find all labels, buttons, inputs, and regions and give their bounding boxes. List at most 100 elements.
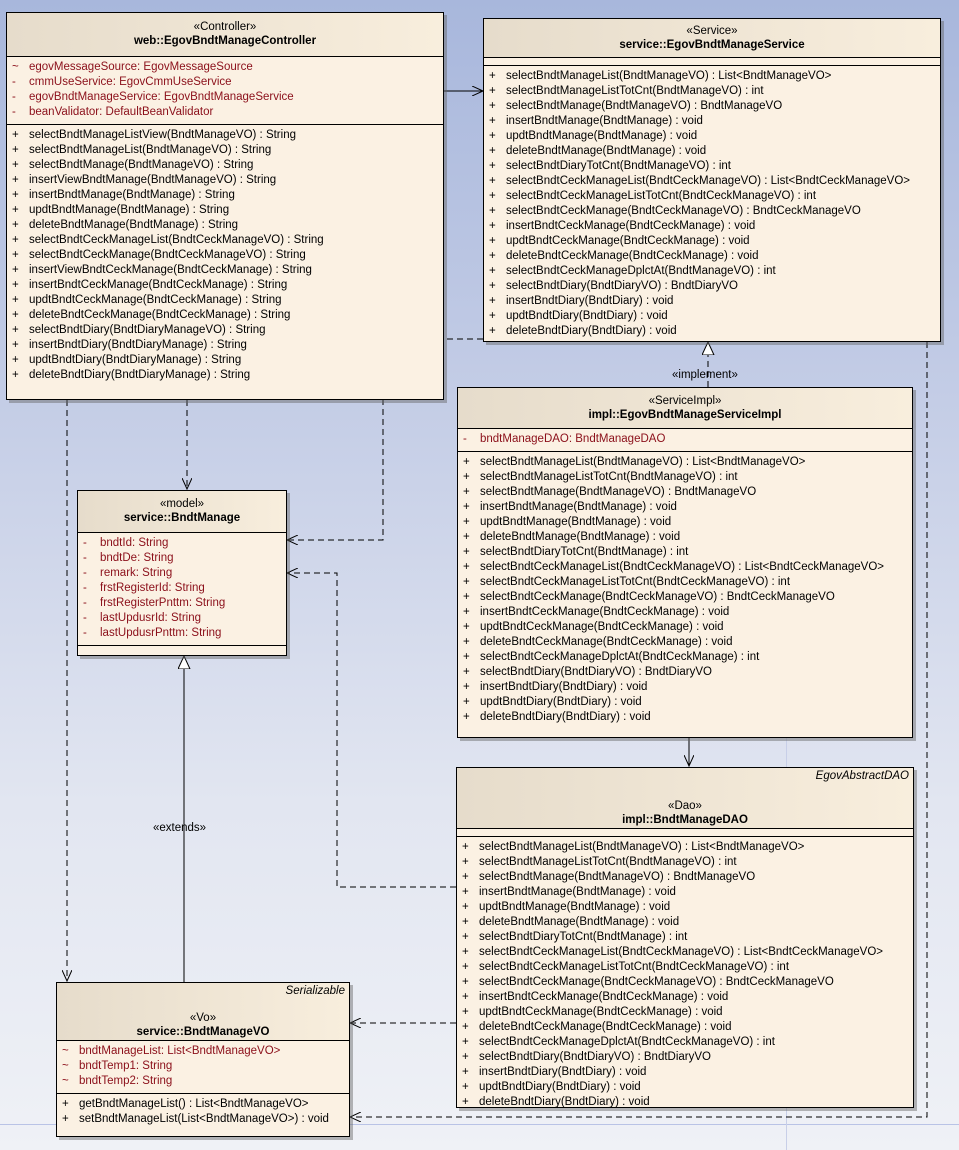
visibility-marker: + xyxy=(489,280,496,292)
operation-row: + deleteBndtManage(BndtManage) : void xyxy=(457,915,913,930)
operation-row: + selectBndtDiary(BndtDiaryVO) : BndtDiar… xyxy=(457,1050,913,1065)
attribute-row: - bndtId: String xyxy=(78,536,286,551)
member-text: updtBndtDiary(BndtDiary) : void xyxy=(506,310,668,322)
visibility-marker: + xyxy=(12,264,19,276)
operation-row: + deleteBndtDiary(BndtDiary) : void xyxy=(484,324,940,339)
class-tag: EgovAbstractDAO xyxy=(815,770,909,782)
operation-row: + insertViewBndtManage(BndtManageVO) : St… xyxy=(7,173,443,188)
member-text: insertViewBndtCeckManage(BndtCeckManage)… xyxy=(29,264,312,276)
member-text: insertBndtManage(BndtManage) : void xyxy=(479,886,676,898)
visibility-marker: + xyxy=(12,234,19,246)
visibility-marker: + xyxy=(12,144,19,156)
class-dao[interactable]: EgovAbstractDAO«Dao»impl::BndtManageDAO+… xyxy=(456,767,914,1108)
member-text: selectBndtDiary(BndtDiaryManageVO) : Str… xyxy=(29,324,266,336)
class-service[interactable]: «Service» service::EgovBndtManageService +… xyxy=(483,18,941,342)
member-text: updtBndtManage(BndtManage) : void xyxy=(479,901,671,913)
visibility-marker: + xyxy=(489,130,496,142)
visibility-marker: + xyxy=(489,205,496,217)
visibility-marker: + xyxy=(462,871,469,883)
operation-row: + selectBndtCeckManageList(BndtCeckManage… xyxy=(484,174,940,189)
class-stereotype: «Vo» xyxy=(189,1012,217,1024)
member-text: selectBndtManageListTotCnt(BndtManageVO)… xyxy=(480,471,738,483)
visibility-marker: + xyxy=(462,976,469,988)
operation-row: + updtBndtCeckManage(BndtCeckManage) : vo… xyxy=(457,1005,913,1020)
member-text: updtBndtCeckManage(BndtCeckManage) : voi… xyxy=(506,235,750,247)
visibility-marker: + xyxy=(462,991,469,1003)
member-text: frstRegisterPnttm: String xyxy=(100,597,226,609)
class-name: web::EgovBndtManageController xyxy=(133,35,317,47)
member-text: setBndtManageList(List<BndtManageVO>) : … xyxy=(79,1113,329,1125)
class-controller[interactable]: «Controller»web::EgovBndtManageControlle… xyxy=(6,12,444,400)
attrs-compartment: - bndtId: String - bndtDe: String - remark: S… xyxy=(78,533,286,646)
member-text: selectBndtCeckManageDplctAt(BndtManageVO… xyxy=(506,265,776,277)
visibility-marker: + xyxy=(462,886,469,898)
class-stereotype: «ServiceImpl» xyxy=(648,394,722,407)
attribute-row: ~ egovMessageSource: EgovMessageSource xyxy=(7,60,443,75)
member-text: insertBndtCeckManage(BndtCeckManage) : v… xyxy=(506,220,756,232)
visibility-marker: + xyxy=(12,309,19,321)
operation-row: + deleteBndtManage(BndtManage) : void xyxy=(484,144,940,159)
operation-row: + insertBndtCeckManage(BndtCeckManage) : … xyxy=(7,278,443,293)
member-text: selectBndtCeckManageDplctAt(BndtCeckMana… xyxy=(480,651,760,663)
attribute-row: ~ bndtTemp2: String xyxy=(57,1074,349,1089)
visibility-marker: + xyxy=(12,339,19,351)
class-vo[interactable]: Serializable «Vo» service::BndtManageVO ~ bn… xyxy=(56,982,350,1137)
member-text: insertBndtManage(BndtManage) : String xyxy=(29,189,235,201)
visibility-marker: + xyxy=(489,70,496,82)
operation-row: + selectBndtManageList(BndtManageVO) : St… xyxy=(7,143,443,158)
operation-row: + insertBndtDiary(BndtDiaryManage) : Stri… xyxy=(7,338,443,353)
visibility-marker: + xyxy=(463,456,470,468)
member-text: beanValidator: DefaultBeanValidator xyxy=(29,106,214,118)
visibility-marker: - xyxy=(12,106,16,118)
class-name: impl::BndtManageDAO xyxy=(622,814,748,826)
member-text: insertBndtManage(BndtManage) : void xyxy=(506,115,703,127)
member-text: selectBndtCeckManage(BndtCeckManageVO) :… xyxy=(29,249,306,261)
operation-row: + updtBndtDiary(BndtDiary) : void xyxy=(458,695,912,710)
attribute-row: - bndtManageDAO: BndtManageDAO xyxy=(458,432,912,447)
operation-row: + selectBndtManage(BndtManageVO) : String xyxy=(7,158,443,173)
operation-row: + deleteBndtCeckManage(BndtCeckManage) : … xyxy=(458,635,912,650)
visibility-marker: - xyxy=(83,552,87,564)
visibility-marker: + xyxy=(462,946,469,958)
visibility-marker: + xyxy=(463,486,470,498)
class-impl[interactable]: «ServiceImpl» impl::EgovBndtManageService… xyxy=(457,387,913,738)
operation-row: + insertBndtDiary(BndtDiary) : void xyxy=(458,680,912,695)
visibility-marker: + xyxy=(463,576,470,588)
operation-row: + selectBndtManageList(BndtManageVO) : Li… xyxy=(457,840,913,855)
visibility-marker: + xyxy=(463,516,470,528)
operation-row: + selectBndtManageListView(BndtManageVO) … xyxy=(7,128,443,143)
class-stereotype: «Controller» xyxy=(193,21,257,33)
member-text: bndtTemp2: String xyxy=(79,1075,173,1087)
member-text: selectBndtDiary(BndtDiaryVO) : BndtDiary… xyxy=(506,280,738,292)
visibility-marker: + xyxy=(463,681,470,693)
member-text: selectBndtCeckManageListTotCnt(BndtCeckM… xyxy=(479,961,790,973)
operation-row: + deleteBndtManage(BndtManage) : void xyxy=(458,530,912,545)
class-stereotype: «Dao» xyxy=(668,800,702,812)
member-text: selectBndtCeckManageDplctAt(BndtCeckMana… xyxy=(479,1036,775,1048)
operation-row: + selectBndtCeckManageDplctAt(BndtManageV… xyxy=(484,264,940,279)
operation-row: + insertBndtCeckManage(BndtCeckManage) : … xyxy=(484,219,940,234)
visibility-marker: - xyxy=(83,597,87,609)
operation-row: + insertBndtManage(BndtManage) : String xyxy=(7,188,443,203)
dao-to-model-dependency xyxy=(287,573,456,888)
visibility-marker: + xyxy=(462,856,469,868)
attribute-row: - lastUpdusrId: String xyxy=(78,611,286,626)
visibility-marker: + xyxy=(12,249,19,261)
member-text: selectBndtManage(BndtManageVO) : BndtMan… xyxy=(479,871,756,883)
operation-row: + selectBndtManageListTotCnt(BndtManageVO… xyxy=(458,470,912,485)
class-header: «Controller»web::EgovBndtManageControlle… xyxy=(7,13,443,57)
operation-row: + updtBndtDiary(BndtDiary) : void xyxy=(457,1080,913,1095)
operation-row: + deleteBndtCeckManage(BndtCeckManage) : … xyxy=(457,1020,913,1035)
member-text: insertBndtDiary(BndtDiaryManage) : Strin… xyxy=(29,339,247,351)
visibility-marker: - xyxy=(83,582,87,594)
attrs-compartment xyxy=(484,58,940,66)
visibility-marker: + xyxy=(463,531,470,543)
member-text: deleteBndtDiary(BndtDiaryManage) : Strin… xyxy=(29,369,251,381)
operation-row: + deleteBndtManage(BndtManage) : String xyxy=(7,218,443,233)
attribute-row: - lastUpdusrPnttm: String xyxy=(78,626,286,641)
operation-row: + updtBndtCeckManage(BndtCeckManage) : vo… xyxy=(484,234,940,249)
visibility-marker: + xyxy=(489,250,496,262)
class-name: impl::EgovBndtManageServiceImpl xyxy=(588,408,782,421)
visibility-marker: + xyxy=(62,1113,69,1125)
class-model[interactable]: «model» service::BndtManage - bndtId: Strin… xyxy=(77,490,287,656)
